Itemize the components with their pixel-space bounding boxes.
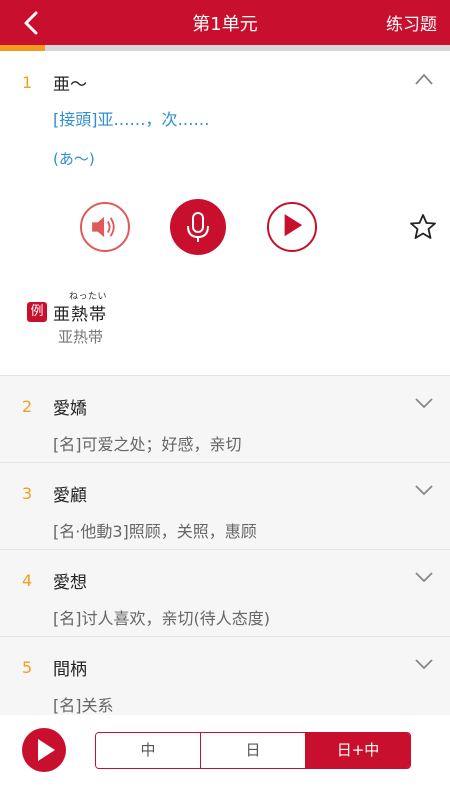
word-item-3[interactable]: 3 愛顧 [名·他動3]照顾，关照，惠顾: [0, 463, 450, 550]
star-icon[interactable]: [408, 212, 438, 242]
entry-number: 2: [22, 397, 33, 416]
bottom-bar: 中 日 日+中: [0, 715, 450, 800]
progress-bar: [0, 45, 450, 51]
entry-word: 間柄: [53, 660, 87, 680]
page-title: 第1单元: [192, 14, 258, 35]
mode-japanese-chinese[interactable]: 日+中: [306, 733, 410, 768]
language-mode-selector: 中 日 日+中: [95, 732, 411, 769]
example-badge: 例: [27, 302, 47, 322]
entry-definition: [接頭]亚……，次……: [53, 110, 210, 129]
entry-number: 4: [22, 571, 33, 590]
example-translation: 亚热带: [58, 328, 104, 346]
microphone-icon: [187, 212, 209, 242]
speaker-icon: [92, 216, 115, 238]
word-item-4[interactable]: 4 愛想 [名]讨人喜欢，亲切(待人态度): [0, 550, 450, 637]
entry-definition: [名]关系: [53, 696, 114, 715]
word-list: 1 亜～ [接頭]亚……，次…… (あ～) 例 ねったい 亜熱帯 亚热带 2 愛…: [0, 52, 450, 715]
speaker-button[interactable]: [80, 202, 130, 252]
top-bar: 第1单元 练习题: [0, 0, 450, 45]
chevron-down-icon[interactable]: [414, 657, 434, 671]
entry-word: 愛想: [53, 573, 87, 593]
example-sentence: 亜熱帯: [53, 305, 107, 325]
chevron-up-icon[interactable]: [414, 72, 434, 86]
chevron-down-icon[interactable]: [414, 396, 434, 410]
record-button[interactable]: [170, 199, 226, 255]
play-recording-button[interactable]: [267, 202, 317, 252]
word-item-1[interactable]: 1 亜～ [接頭]亚……，次…… (あ～) 例 ねったい 亜熱帯 亚热带: [0, 52, 450, 376]
entry-definition: [名]讨人喜欢，亲切(待人态度): [53, 609, 270, 628]
mode-chinese[interactable]: 中: [96, 733, 201, 768]
play-all-button[interactable]: [22, 728, 66, 772]
entry-number: 1: [22, 73, 33, 92]
mode-japanese[interactable]: 日: [201, 733, 306, 768]
play-icon: [284, 214, 303, 237]
entry-definition: [名]可爱之处；好感，亲切: [53, 435, 242, 454]
entry-number: 5: [22, 658, 33, 677]
entry-reading: (あ～): [53, 150, 95, 168]
word-item-5[interactable]: 5 間柄 [名]关系: [0, 637, 450, 715]
chevron-down-icon[interactable]: [414, 483, 434, 497]
progress-fill: [0, 45, 45, 51]
word-item-2[interactable]: 2 愛嬌 [名]可爱之处；好感，亲切: [0, 376, 450, 463]
entry-definition: [名·他動3]照顾，关照，惠顾: [53, 522, 257, 541]
entry-word: 亜～: [53, 75, 87, 95]
entry-number: 3: [22, 484, 33, 503]
entry-word: 愛嬌: [53, 399, 87, 419]
chevron-down-icon[interactable]: [414, 570, 434, 584]
practice-link[interactable]: 练习题: [386, 10, 437, 35]
play-icon: [38, 739, 55, 761]
entry-word: 愛顧: [53, 486, 87, 506]
